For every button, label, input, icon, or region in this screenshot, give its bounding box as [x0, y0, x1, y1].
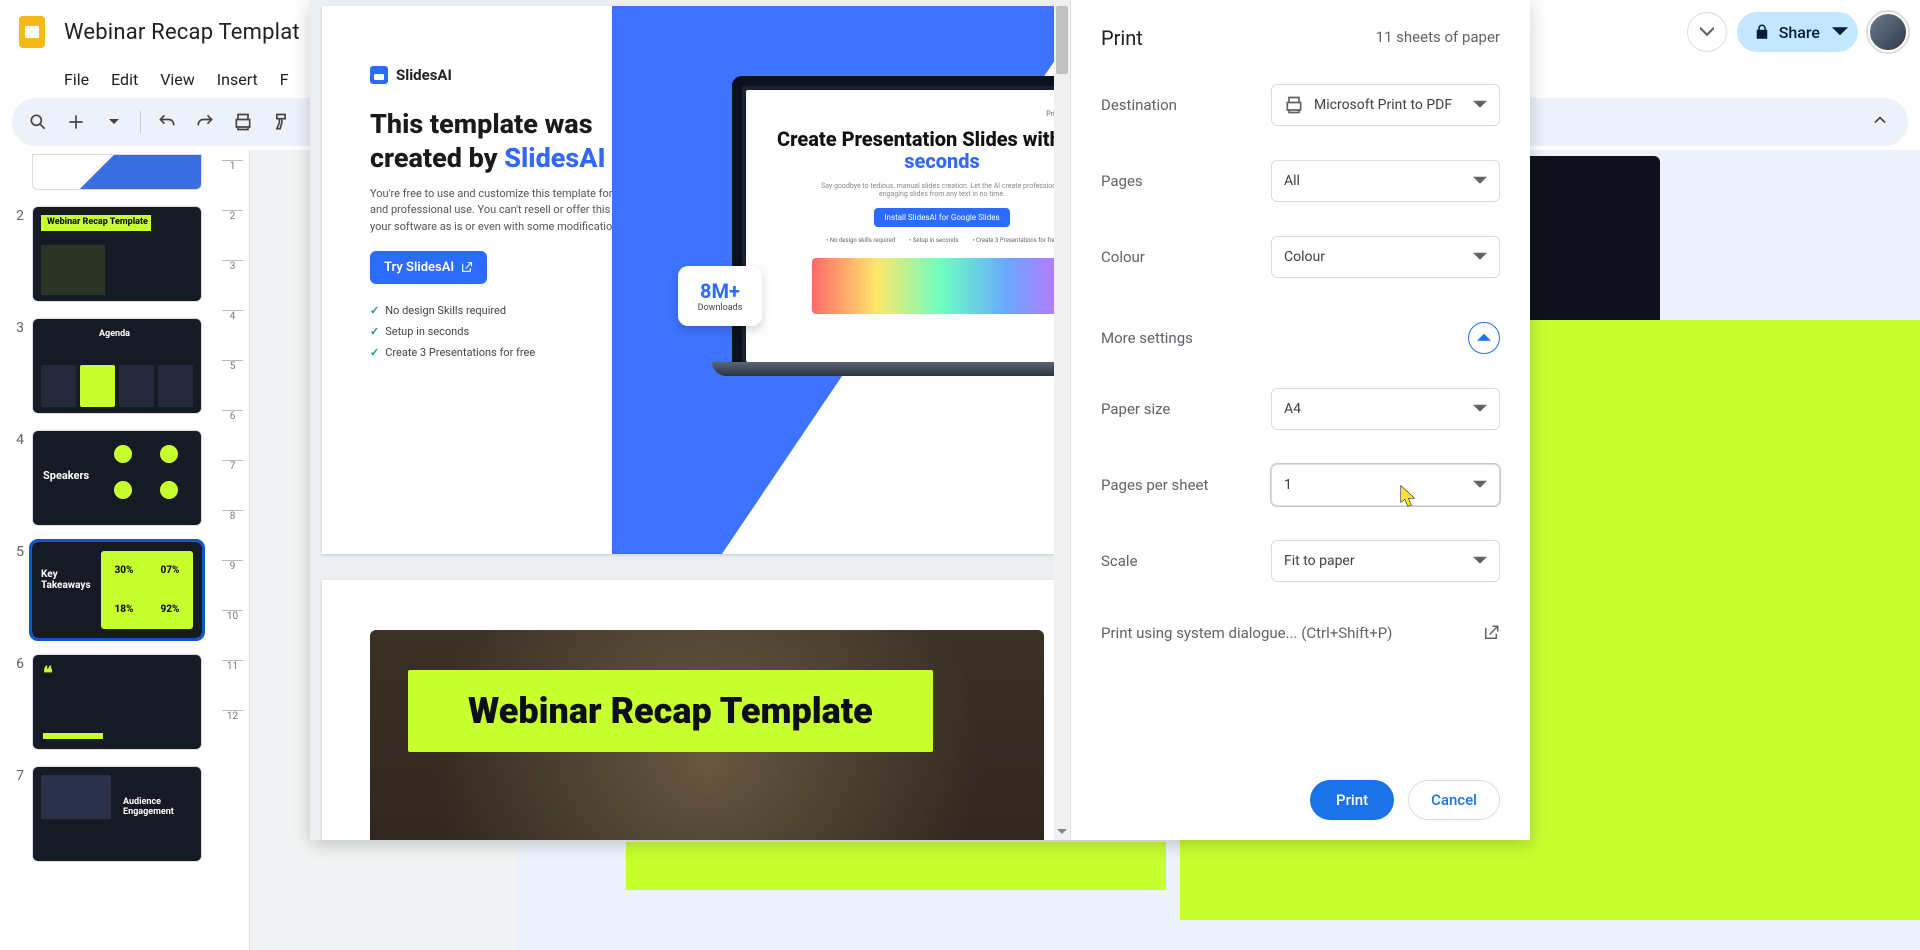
caret-down-icon: [1832, 24, 1848, 40]
printer-icon: [1284, 95, 1304, 115]
menu-view[interactable]: View: [160, 70, 195, 89]
scroll-down-icon[interactable]: [1057, 827, 1067, 837]
preview-scrollbar[interactable]: [1054, 0, 1070, 840]
caret-down-icon: [1473, 478, 1487, 492]
scale-label: Scale: [1101, 552, 1271, 570]
try-slidesai-button: Try SlidesAI: [370, 251, 487, 284]
pages-per-sheet-select[interactable]: 1: [1271, 464, 1500, 506]
slide-thumb-2[interactable]: Webinar Recap Template: [32, 206, 202, 302]
preview-page-2: Webinar Recap Template: [322, 580, 1070, 840]
slide-thumb-1[interactable]: [32, 154, 202, 190]
preview-page-1: SlidesAI This template wascreated by Sli…: [322, 6, 1070, 554]
laptop-mockup: PricingTutorialFAQ Create Presentation S…: [732, 76, 1070, 366]
paint-format-icon[interactable]: [269, 110, 293, 134]
share-button[interactable]: Share: [1737, 12, 1858, 52]
paper-size-select[interactable]: A4: [1271, 388, 1500, 430]
vertical-ruler: 123 456 789 101112: [216, 150, 250, 950]
slides-logo-icon[interactable]: [12, 12, 52, 52]
caret-down-icon: [1473, 98, 1487, 112]
undo-icon[interactable]: [155, 110, 179, 134]
search-icon[interactable]: [26, 110, 50, 134]
paper-size-label: Paper size: [1101, 400, 1271, 418]
scale-select[interactable]: Fit to paper: [1271, 540, 1500, 582]
caret-down-icon: [1473, 174, 1487, 188]
print-icon[interactable]: [231, 110, 255, 134]
print-button[interactable]: Print: [1310, 780, 1394, 820]
caret-down-icon: [1473, 250, 1487, 264]
external-link-icon: [460, 261, 473, 274]
print-settings: Print 11 sheets of paper Destination Mic…: [1070, 0, 1530, 840]
redo-icon[interactable]: [193, 110, 217, 134]
caret-down-icon: [1473, 402, 1487, 416]
slide-thumb-6[interactable]: ❝: [32, 654, 202, 750]
collapse-more-settings-button[interactable]: [1468, 322, 1500, 354]
slide-thumbnail-panel: 2 Webinar Recap Template 3 Agenda 4 Spea…: [0, 150, 216, 950]
more-settings-label[interactable]: More settings: [1101, 329, 1193, 347]
print-dialog: SlidesAI This template wascreated by Sli…: [310, 0, 1530, 840]
slidesai-logo-icon: [370, 66, 388, 84]
pages-label: Pages: [1101, 172, 1271, 190]
print-preview[interactable]: SlidesAI This template wascreated by Sli…: [310, 0, 1070, 840]
history-dropdown[interactable]: [1687, 12, 1727, 52]
pages-per-sheet-label: Pages per sheet: [1101, 476, 1271, 494]
slide-thumb-3[interactable]: Agenda: [32, 318, 202, 414]
new-slide-dropdown-icon[interactable]: [102, 110, 126, 134]
expand-toolbar-icon[interactable]: [1870, 110, 1894, 134]
lock-icon: [1753, 23, 1771, 41]
colour-label: Colour: [1101, 248, 1271, 266]
downloads-badge: 8M+Downloads: [678, 266, 762, 326]
system-dialogue-link[interactable]: Print using system dialogue... (Ctrl+Shi…: [1101, 624, 1500, 642]
sheet-count: 11 sheets of paper: [1376, 28, 1500, 46]
caret-down-icon: [1473, 554, 1487, 568]
new-slide-icon[interactable]: [64, 110, 88, 134]
menu-edit[interactable]: Edit: [111, 70, 138, 89]
slide-thumb-4[interactable]: Speakers: [32, 430, 202, 526]
menu-insert[interactable]: Insert: [217, 70, 258, 89]
cancel-button[interactable]: Cancel: [1408, 780, 1500, 820]
share-label: Share: [1779, 23, 1820, 42]
menu-format[interactable]: F: [280, 70, 289, 89]
pages-select[interactable]: All: [1271, 160, 1500, 202]
account-avatar[interactable]: [1868, 12, 1908, 52]
colour-select[interactable]: Colour: [1271, 236, 1500, 278]
slide-thumb-5[interactable]: Key Takeaways 30%07% 18%92%: [32, 542, 202, 638]
slide-thumb-7[interactable]: Audience Engagement: [32, 766, 202, 862]
menu-file[interactable]: File: [64, 70, 89, 89]
chevron-up-icon: [1477, 331, 1491, 345]
destination-label: Destination: [1101, 96, 1271, 114]
destination-select[interactable]: Microsoft Print to PDF: [1271, 84, 1500, 126]
external-link-icon: [1482, 624, 1500, 642]
document-title[interactable]: Webinar Recap Templat: [64, 20, 300, 45]
